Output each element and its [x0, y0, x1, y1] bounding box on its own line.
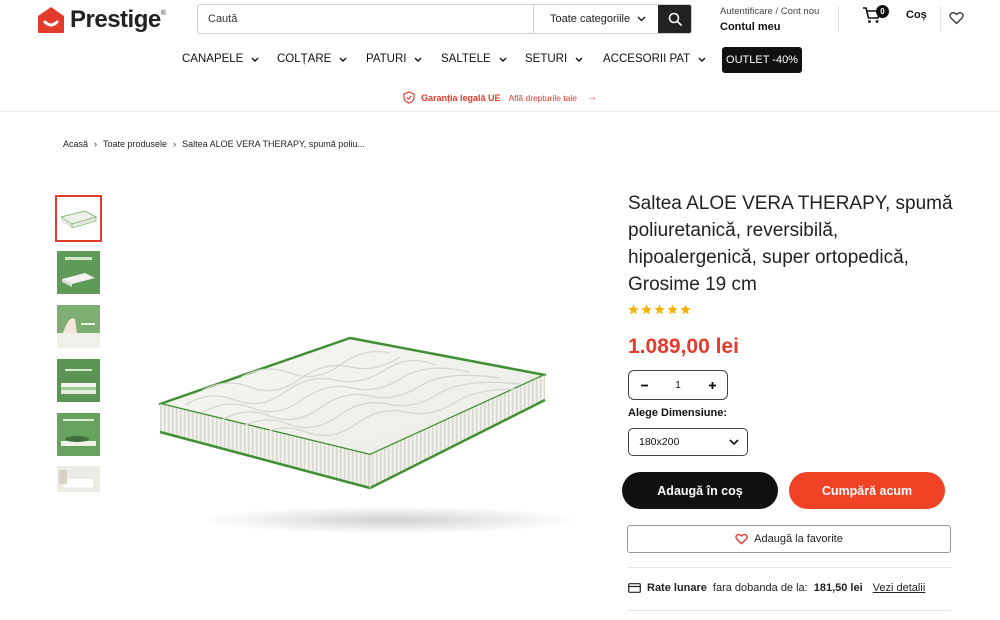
add-to-favorites-label: Adaugă la favorite — [754, 533, 843, 545]
account-link[interactable]: Autentificare / Cont nou Contul meu — [720, 5, 819, 34]
main-nav: CANAPELE COLȚARE PATURI SALTELE SETURI A… — [0, 47, 1000, 73]
heart-icon — [949, 12, 964, 25]
breadcrumb: Acasă › Toate produsele › Saltea ALOE VE… — [63, 139, 365, 149]
shield-icon — [403, 91, 415, 104]
chevron-down-icon — [499, 57, 507, 62]
account-login-text: Autentificare / Cont nou — [720, 6, 820, 17]
cart-label: Coș — [906, 9, 927, 21]
nav-item-label: PATURI — [366, 53, 407, 65]
gallery-thumbnail[interactable] — [55, 195, 102, 242]
star-icon — [654, 304, 665, 315]
category-select-label: Toate categoriile — [550, 13, 631, 25]
chevron-down-icon — [575, 57, 583, 62]
product-green-banner-image — [57, 251, 100, 294]
chevron-right-icon: › — [173, 139, 177, 149]
nav-item-canapele[interactable]: CANAPELE — [182, 53, 259, 65]
nav-item-saltele[interactable]: SALTELE — [441, 53, 507, 65]
add-to-cart-button[interactable]: Adaugă în coș — [622, 472, 778, 509]
nav-item-seturi[interactable]: SETURI — [525, 53, 583, 65]
divider — [627, 567, 951, 568]
monthly-rates: Rate lunare fara dobanda de la: 181,50 l… — [628, 582, 925, 594]
product-person-image — [57, 413, 100, 456]
chevron-down-icon — [414, 57, 422, 62]
nav-item-outlet[interactable]: OUTLET -40% — [722, 47, 802, 73]
card-icon — [628, 583, 641, 593]
nav-item-label: CANAPELE — [182, 53, 244, 65]
logo-house-icon — [38, 7, 64, 33]
brand-logo[interactable]: Prestige® — [36, 4, 166, 36]
divider — [627, 610, 951, 611]
rates-details-link[interactable]: Vezi detalii — [873, 582, 926, 594]
heart-icon — [735, 533, 748, 545]
product-layers-image — [57, 359, 100, 402]
breadcrumb-home[interactable]: Acasă — [63, 139, 88, 149]
nav-item-label: COLȚARE — [277, 53, 332, 65]
rates-amount: 181,50 lei — [813, 582, 863, 594]
rates-label: Rate lunare — [647, 582, 707, 594]
product-rating[interactable] — [628, 304, 691, 315]
plus-icon — [708, 381, 716, 389]
star-icon — [641, 304, 652, 315]
cart-count-badge: 0 — [876, 5, 889, 18]
nav-item-label: SALTELE — [441, 53, 491, 65]
product-main-image[interactable] — [140, 320, 580, 540]
account-label: Contul meu — [720, 21, 781, 33]
gallery-thumbnails — [55, 195, 103, 500]
search-icon — [668, 12, 682, 26]
category-select[interactable]: Toate categoriile — [533, 5, 658, 33]
rates-text: fara dobanda de la: — [712, 582, 808, 594]
search-button[interactable] — [658, 5, 691, 33]
chevron-down-icon — [339, 57, 347, 62]
size-select-value: 180x200 — [639, 436, 680, 448]
product-lifestyle-image — [57, 305, 100, 348]
chevron-down-icon — [729, 439, 739, 445]
guarantee-title: Garanția legală UE — [420, 92, 501, 103]
cart-button[interactable]: 0 Coș — [862, 5, 927, 24]
divider — [940, 6, 941, 32]
quantity-stepper: 1 — [628, 370, 728, 400]
star-icon — [667, 304, 678, 315]
search-input[interactable] — [198, 5, 533, 33]
star-icon — [628, 304, 639, 315]
chevron-down-icon — [637, 16, 646, 22]
nav-item-label: SETURI — [525, 53, 568, 65]
site-header: Prestige® Toate categoriile Autentificar… — [0, 0, 1000, 112]
nav-item-label: ACCESORII PAT — [603, 53, 691, 65]
arrow-right-icon: → — [587, 92, 598, 103]
breadcrumb-all-products[interactable]: Toate produsele — [103, 139, 167, 149]
nav-item-coltare[interactable]: COLȚARE — [277, 53, 347, 65]
search-bar: Toate categoriile — [197, 4, 692, 34]
guarantee-subtitle: Află drepturile tale — [508, 92, 578, 103]
chevron-right-icon: › — [94, 139, 98, 149]
product-bedroom-image — [57, 466, 100, 492]
buy-now-button[interactable]: Cumpără acum — [789, 472, 945, 509]
breadcrumb-current: Saltea ALOE VERA THERAPY, spumă poliu... — [182, 139, 365, 149]
chevron-down-icon — [698, 57, 706, 62]
gallery-thumbnail[interactable] — [55, 465, 102, 493]
product-price: 1.089,00 lei — [628, 335, 739, 358]
nav-item-accesorii-pat[interactable]: ACCESORII PAT — [603, 53, 706, 65]
chevron-down-icon — [251, 57, 259, 62]
divider — [838, 6, 839, 32]
add-to-favorites-button[interactable]: Adaugă la favorite — [627, 525, 951, 553]
gallery-thumbnail[interactable] — [55, 303, 102, 350]
size-select[interactable]: 180x200 — [628, 428, 748, 456]
product-title: Saltea ALOE VERA THERAPY, spumă poliuret… — [628, 193, 953, 295]
gallery-thumbnail[interactable] — [55, 249, 102, 296]
mattress-thumbnail-image — [57, 197, 100, 240]
gallery-thumbnail[interactable] — [55, 357, 102, 404]
wishlist-button[interactable] — [949, 11, 964, 30]
gallery-thumbnail[interactable] — [55, 411, 102, 458]
nav-item-paturi[interactable]: PATURI — [366, 53, 422, 65]
legal-guarantee-banner[interactable]: Garanția legală UE Află drepturile tale … — [0, 91, 1000, 104]
size-label: Alege Dimensiune: — [628, 407, 728, 419]
quantity-increase-button[interactable] — [705, 377, 719, 394]
star-icon — [680, 304, 691, 315]
brand-name: Prestige® — [70, 6, 166, 33]
quantity-value[interactable]: 1 — [675, 380, 681, 391]
minus-icon — [640, 384, 648, 386]
quantity-decrease-button[interactable] — [637, 377, 651, 394]
